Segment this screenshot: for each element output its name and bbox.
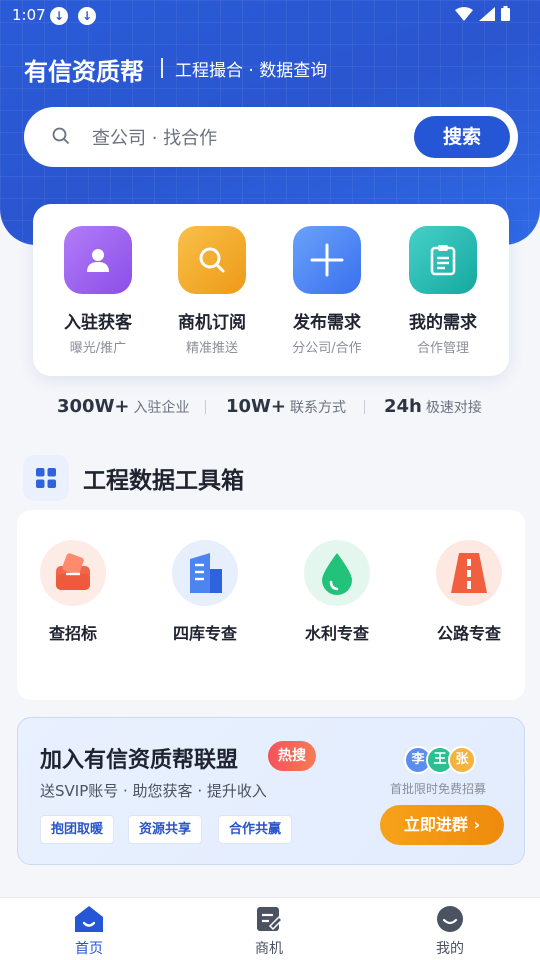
- chevron-right-icon: ›: [473, 815, 481, 834]
- plus-icon: [293, 226, 361, 294]
- bottom-tab-bar: 首页 商机 我的: [0, 897, 540, 960]
- wifi-icon: [455, 6, 473, 21]
- stat-label: 入驻企业: [133, 400, 190, 416]
- tab-label: 首页: [75, 941, 103, 957]
- quick-action-subtitle: 曝光/推广: [69, 341, 127, 356]
- tool-label: 公路专查: [436, 624, 501, 643]
- app-brand: 有信资质帮: [24, 58, 144, 86]
- user-icon: [64, 226, 132, 294]
- tab-opportunities[interactable]: 商机: [219, 904, 319, 958]
- quick-action-title: 商机订阅: [178, 313, 246, 333]
- search-bar[interactable]: 查公司 · 找合作 搜索: [24, 107, 518, 167]
- stat-label: 极速对接: [425, 400, 482, 416]
- tool-highway[interactable]: 公路专查: [419, 540, 519, 644]
- tab-label: 我的: [436, 941, 464, 957]
- search-icon: [178, 226, 246, 294]
- app-slogan: 工程撮合 · 数据查询: [175, 61, 328, 81]
- quick-action-subscribe[interactable]: 商机订阅 精准推送: [157, 226, 267, 356]
- system-icons: [455, 6, 510, 21]
- tab-label: 商机: [255, 941, 283, 957]
- note-edit-icon: [254, 904, 284, 934]
- stat-response: 24h 极速对接: [384, 396, 482, 417]
- battery-icon: [501, 6, 510, 21]
- quick-action-subtitle: 合作管理: [416, 341, 469, 356]
- stat-divider: [364, 400, 365, 414]
- profile-icon: [435, 904, 465, 934]
- quick-actions-card: 入驻获客 曝光/推广 商机订阅 精准推送 发布需求 分公司/合作 我的需求 合作…: [33, 204, 509, 376]
- status-time: 1:07: [12, 6, 46, 24]
- stat-companies: 300W+ 入驻企业: [57, 396, 190, 417]
- member-avatars: 李 王 张: [404, 746, 484, 776]
- stat-contacts: 10W+ 联系方式: [226, 396, 346, 417]
- tool-label: 水利专查: [304, 624, 369, 643]
- brand-divider: [161, 58, 163, 78]
- quick-action-my-demand[interactable]: 我的需求 合作管理: [388, 226, 498, 356]
- search-input[interactable]: 查公司 · 找合作: [92, 124, 217, 150]
- stat-value: 10W+: [226, 396, 286, 417]
- search-button[interactable]: 搜索: [414, 116, 510, 158]
- quick-action-title: 我的需求: [409, 313, 477, 333]
- quick-action-title: 发布需求: [293, 313, 361, 333]
- tool-four-library[interactable]: 四库专查: [155, 540, 255, 644]
- download-icon: ↓: [50, 7, 68, 25]
- tool-bid-search[interactable]: 查招标: [23, 540, 123, 644]
- tool-label: 查招标: [48, 624, 97, 643]
- quick-action-publish[interactable]: 发布需求 分公司/合作: [272, 226, 382, 356]
- stat-value: 24h: [384, 396, 422, 417]
- tab-mine[interactable]: 我的: [400, 904, 500, 958]
- join-group-label: 立即进群: [403, 815, 468, 834]
- bid-box-icon: [40, 540, 106, 606]
- buildings-icon: [172, 540, 238, 606]
- stats-row: 300W+ 入驻企业 10W+ 联系方式 24h 极速对接: [0, 396, 540, 420]
- water-drop-icon: [304, 540, 370, 606]
- banner-title: 加入有信资质帮联盟: [40, 748, 239, 773]
- road-icon: [436, 540, 502, 606]
- banner-note: 首批限时免费招募: [390, 782, 487, 796]
- grid-icon: [23, 455, 69, 501]
- banner-tag: 资源共享: [128, 815, 203, 844]
- alliance-banner[interactable]: 加入有信资质帮联盟 热搜 送SVIP账号 · 助您获客 · 提升收入 抱团取暖 …: [17, 717, 525, 865]
- quick-action-title: 入驻获客: [64, 313, 132, 333]
- toolbox-title: 工程数据工具箱: [83, 468, 244, 494]
- banner-subtitle: 送SVIP账号 · 助您获客 · 提升收入: [40, 782, 267, 800]
- download-icon: ↓: [78, 7, 96, 25]
- stat-label: 联系方式: [290, 400, 346, 416]
- hot-badge: 热搜: [268, 741, 316, 771]
- quick-action-subtitle: 精准推送: [185, 341, 238, 356]
- signal-icon: [479, 6, 495, 21]
- quick-action-join[interactable]: 入驻获客 曝光/推广: [43, 226, 153, 356]
- stat-divider: [205, 400, 206, 414]
- tab-home[interactable]: 首页: [39, 904, 139, 958]
- clipboard-icon: [409, 226, 477, 294]
- stat-value: 300W+: [57, 396, 130, 417]
- search-icon: [52, 127, 70, 145]
- home-icon: [74, 904, 104, 934]
- quick-action-subtitle: 分公司/合作: [292, 341, 362, 356]
- banner-tag: 抱团取暖: [40, 815, 115, 844]
- toolbox-card: 查招标 四库专查 水利专查 公路专查: [17, 510, 525, 700]
- join-group-button[interactable]: 立即进群 ›: [380, 805, 504, 845]
- tool-water-conservancy[interactable]: 水利专查: [287, 540, 387, 644]
- avatar: 张: [448, 746, 476, 774]
- tool-label: 四库专查: [172, 624, 237, 643]
- status-bar: 1:07 ↓ ↓: [0, 0, 540, 30]
- banner-tag: 合作共赢: [218, 815, 293, 844]
